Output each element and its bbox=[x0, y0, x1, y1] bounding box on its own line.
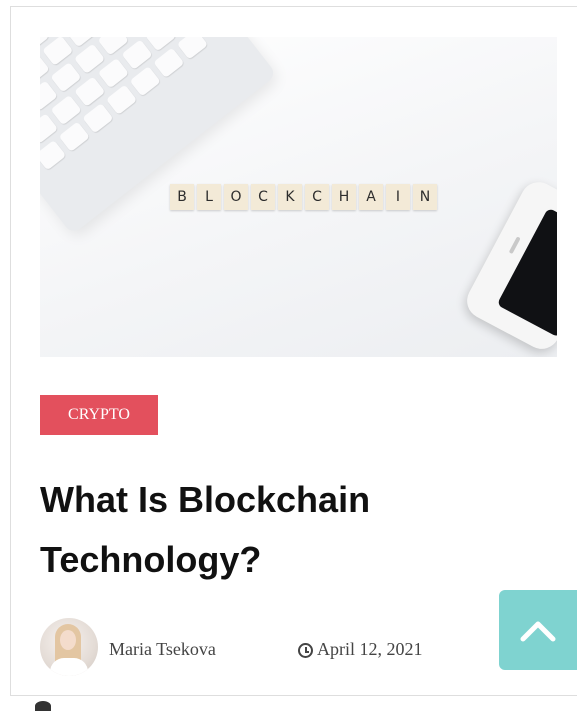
letter-tile: N bbox=[413, 184, 437, 210]
author-avatar[interactable] bbox=[40, 618, 98, 676]
partial-icon bbox=[35, 701, 51, 711]
letter-tile: A bbox=[359, 184, 383, 210]
letter-tile: L bbox=[197, 184, 221, 210]
blockchain-tiles: B L O C K C H A I N bbox=[170, 184, 437, 210]
category-badge[interactable]: CRYPTO bbox=[40, 395, 158, 435]
clock-icon bbox=[298, 643, 313, 658]
letter-tile: O bbox=[224, 184, 248, 210]
letter-tile: B bbox=[170, 184, 194, 210]
post-title[interactable]: What Is Blockchain Technology? bbox=[40, 470, 510, 590]
post-date: April 12, 2021 bbox=[298, 639, 423, 660]
letter-tile: I bbox=[386, 184, 410, 210]
letter-tile: H bbox=[332, 184, 356, 210]
letter-tile: C bbox=[251, 184, 275, 210]
phone-illustration bbox=[460, 175, 557, 356]
post-date-text: April 12, 2021 bbox=[317, 639, 423, 659]
post-featured-image[interactable]: B L O C K C H A I N bbox=[40, 37, 557, 357]
letter-tile: C bbox=[305, 184, 329, 210]
author-name[interactable]: Maria Tsekova bbox=[109, 639, 216, 660]
back-to-top-button[interactable] bbox=[499, 590, 577, 670]
letter-tile: K bbox=[278, 184, 302, 210]
chevron-up-icon bbox=[520, 621, 556, 642]
